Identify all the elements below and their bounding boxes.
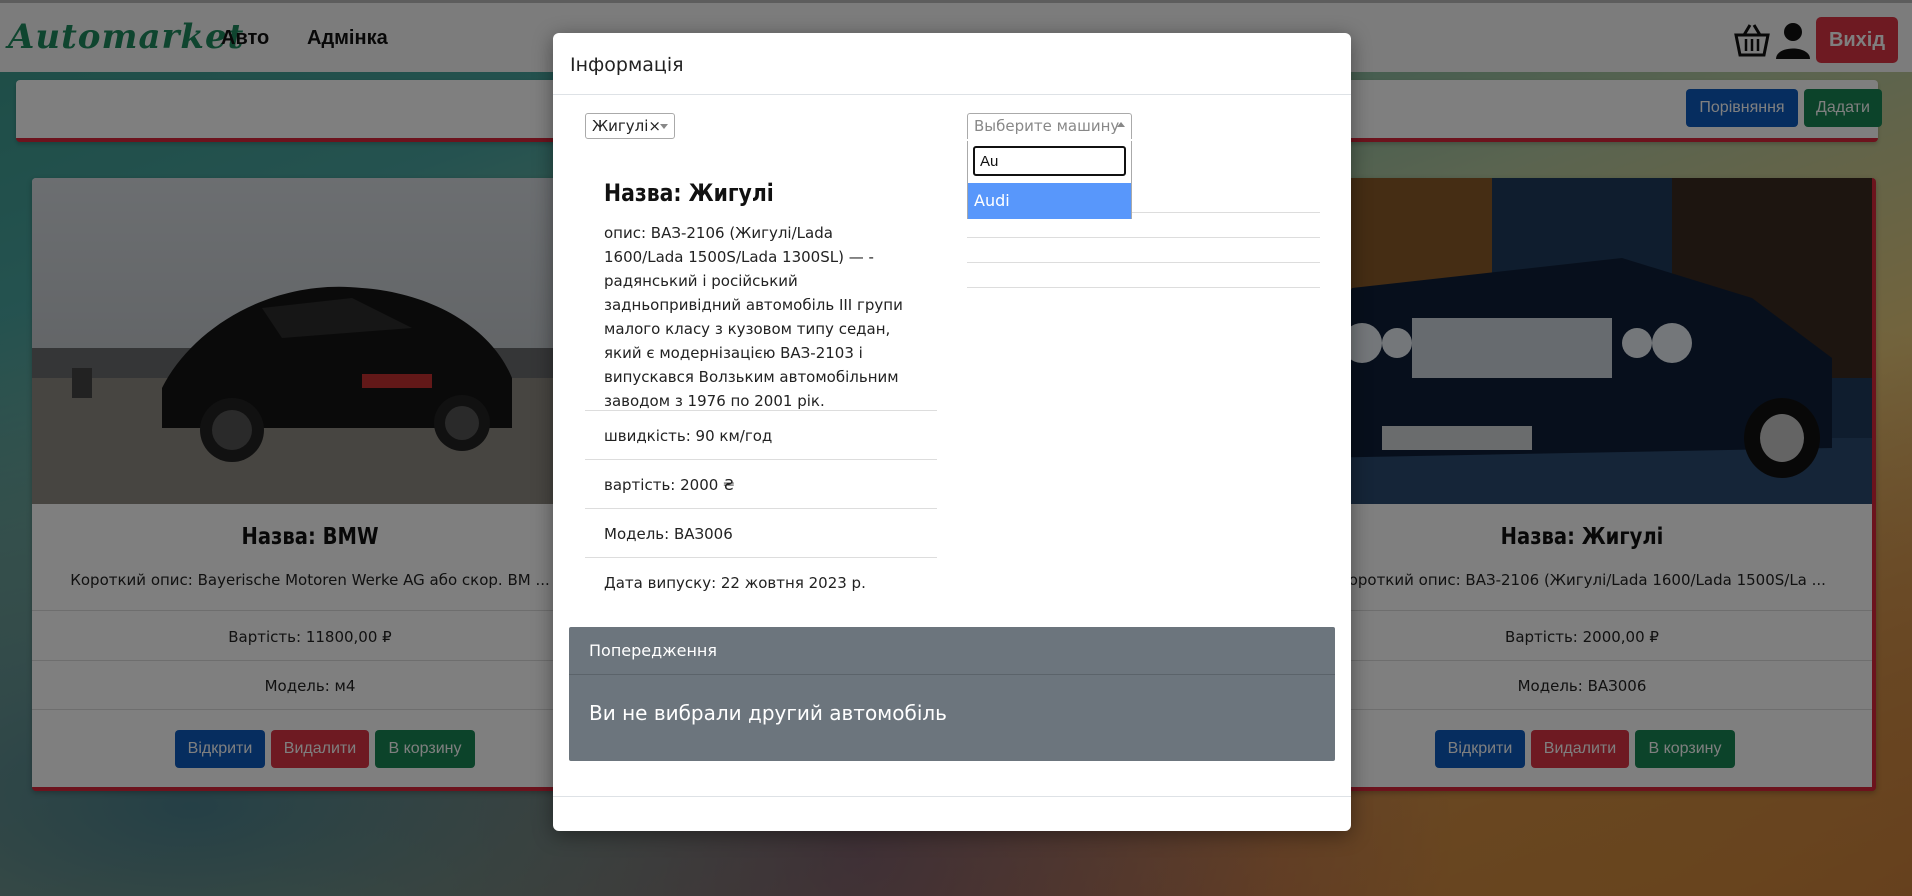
car-model: Модель: ВАЗ006 — [604, 525, 733, 543]
divider — [585, 557, 937, 558]
car-search-input[interactable] — [973, 146, 1126, 176]
divider — [967, 287, 1320, 288]
info-modal: Інформація Жигулі× Выберите машину Audi … — [553, 33, 1351, 831]
divider — [967, 262, 1320, 263]
chevron-down-icon — [660, 124, 668, 129]
divider — [585, 459, 937, 460]
divider — [585, 410, 937, 411]
modal-header: Інформація — [553, 33, 1351, 95]
divider — [585, 508, 937, 509]
dropdown-option-audi[interactable]: Audi — [968, 183, 1131, 219]
car-speed: швидкість: 90 км/год — [604, 427, 773, 445]
car-release-date: Дата випуску: 22 жовтня 2023 р. — [604, 574, 866, 592]
warning-alert: Попередження Ви не вибрали другий автомо… — [569, 627, 1335, 761]
car-title: Назва: Жигулі — [604, 179, 774, 207]
car-description: опис: ВАЗ-2106 (Жигулі/Lada 1600/Lada 15… — [604, 224, 903, 410]
car-cost: вартість: 2000 ₴ — [604, 476, 735, 494]
divider — [967, 237, 1320, 238]
second-car-select[interactable]: Выберите машину — [967, 113, 1132, 139]
second-car-select-placeholder: Выберите машину — [974, 117, 1120, 135]
modal-title: Інформація — [570, 54, 684, 76]
chevron-up-icon — [1117, 122, 1125, 127]
first-car-select[interactable]: Жигулі× — [585, 113, 675, 139]
modal-footer — [553, 796, 1351, 797]
alert-message: Ви не вибрали другий автомобіль — [589, 701, 947, 725]
first-car-select-value: Жигулі — [592, 117, 649, 135]
car-dropdown: Audi — [967, 141, 1132, 219]
alert-header: Попередження — [569, 627, 1335, 675]
